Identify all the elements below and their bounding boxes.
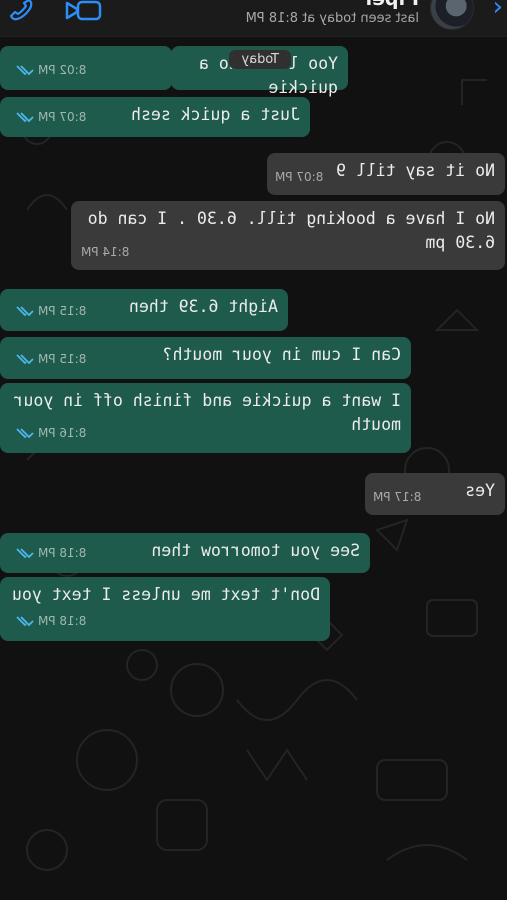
message-text: See you tomorrow then [151, 541, 360, 560]
message-bubble-incoming[interactable]: No I have a booking till. 6.30 . I can d… [71, 201, 505, 270]
message-meta: 8:14 PM [81, 240, 129, 264]
message-text: Yes [465, 481, 495, 500]
message-bubble-outgoing[interactable]: Aight 6.39 then 8:15 PM [0, 289, 288, 331]
message-text: Can I cum in your mouth? [162, 345, 401, 364]
read-receipt-icon [16, 548, 34, 559]
message-meta: 8:18 PM [14, 609, 86, 633]
message-time: 8:16 PM [38, 426, 87, 440]
read-receipt-icon [16, 428, 34, 439]
message-text: No I have a booking till. 6.30 . I can d… [77, 209, 495, 252]
message-bubble-outgoing[interactable]: Can I cum in your mouth? 8:15 PM [0, 337, 411, 379]
chat-header: ‹ Piper last seen today at 8:18 PM [0, 0, 507, 37]
message-bubble-outgoing[interactable]: Just a quick sesh 8:07 PM [0, 97, 310, 137]
back-button[interactable]: ‹ [493, 0, 503, 22]
message-bubble-outgoing[interactable]: Don't text me unless I text you 8:18 PM [0, 577, 330, 641]
message-text: Just a quick sesh [131, 105, 300, 124]
message-meta: 8:15 PM [14, 299, 86, 323]
read-receipt-icon [16, 306, 34, 317]
message-bubble-outgoing[interactable]: I want a quickie and finish off in your … [0, 383, 411, 453]
message-meta: 8:07 PM [14, 105, 86, 129]
message-time: 8:18 PM [38, 614, 87, 628]
message-bubble-incoming[interactable]: No it say till 9 8:07 PM [267, 153, 505, 195]
message-time: 8:15 PM [38, 304, 87, 318]
date-divider: Today [229, 50, 291, 69]
message-meta: 8:02 PM [14, 58, 86, 82]
message-bubble-incoming[interactable]: Yes 8:17 PM [365, 473, 505, 515]
message-time: 8:18 PM [38, 546, 87, 560]
message-time: 8:15 PM [38, 352, 87, 366]
message-time: 8:02 PM [38, 63, 87, 77]
message-time: 8:07 PM [38, 110, 87, 124]
video-camera-icon[interactable] [64, 0, 102, 26]
message-text: No it say till 9 [336, 161, 495, 180]
message-time: 8:17 PM [373, 490, 422, 504]
read-receipt-icon [16, 616, 34, 627]
chat-screen: ‹ Piper last seen today at 8:18 PM Yoo l… [0, 0, 507, 900]
message-meta: 8:07 PM [275, 165, 323, 189]
message-time: 8:07 PM [275, 170, 324, 184]
message-bubble-outgoing[interactable]: See you tomorrow then 8:18 PM [0, 533, 370, 573]
last-seen-status: last seen today at 8:18 PM [245, 11, 419, 26]
message-meta: 8:18 PM [14, 541, 86, 565]
message-meta: 8:17 PM [373, 485, 421, 509]
message-text: Don't text me unless I text you [12, 585, 320, 604]
phone-icon[interactable] [9, 0, 35, 26]
read-receipt-icon [16, 112, 34, 123]
read-receipt-icon [16, 354, 34, 365]
message-text: Aight 6.39 then [128, 297, 278, 316]
message-meta: 8:16 PM [14, 421, 86, 445]
read-receipt-icon [16, 65, 34, 76]
message-time: 8:14 PM [81, 245, 130, 259]
message-bubble-outgoing[interactable]: 8:02 PM [0, 46, 172, 90]
message-meta: 8:15 PM [14, 347, 86, 371]
contact-name[interactable]: Piper [363, 0, 419, 10]
contact-avatar[interactable] [430, 0, 474, 30]
